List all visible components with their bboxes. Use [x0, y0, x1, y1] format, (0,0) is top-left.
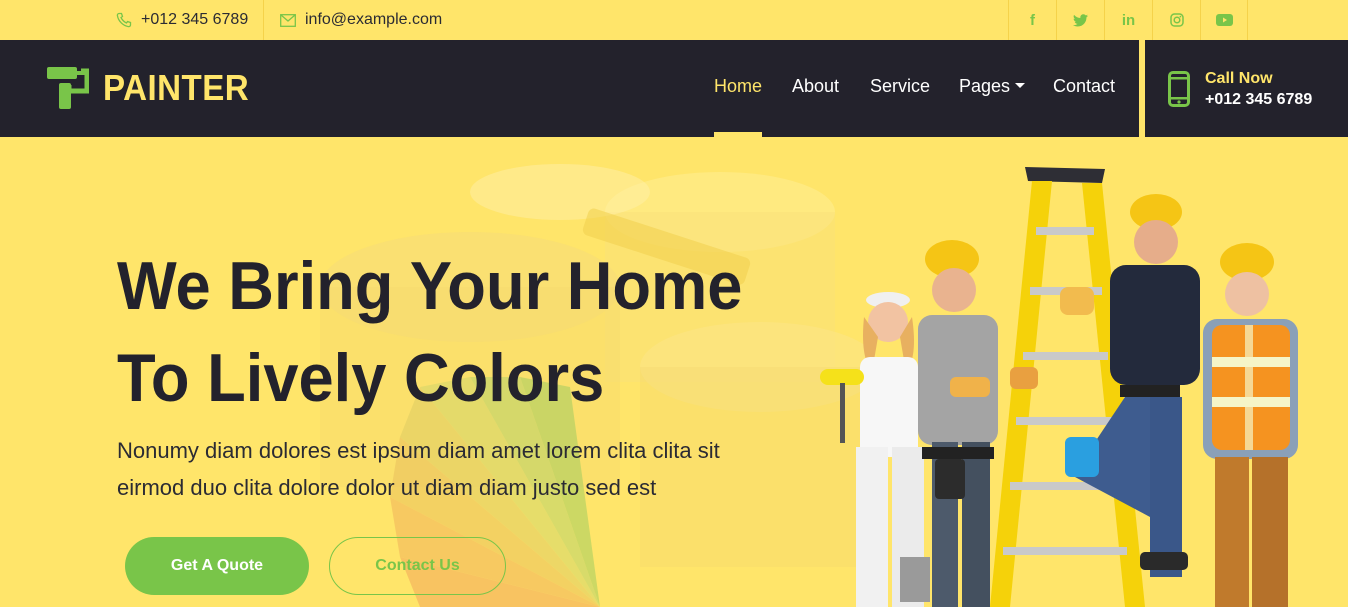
hero-title: We Bring Your Home To Lively Colors [117, 240, 787, 424]
twitter-icon[interactable] [1056, 0, 1104, 40]
nav-pages-label: Pages [959, 76, 1011, 96]
contact-us-button[interactable]: Contact Us [329, 537, 506, 595]
nav-contact[interactable]: Contact [1053, 76, 1115, 97]
facebook-icon[interactable]: f [1008, 0, 1056, 40]
nav-service[interactable]: Service [870, 76, 930, 97]
get-a-quote-button[interactable]: Get A Quote [125, 537, 309, 595]
youtube-icon[interactable] [1200, 0, 1248, 40]
call-now[interactable]: Call Now +012 345 6789 [1168, 68, 1312, 110]
topbar-divider [263, 0, 264, 40]
nav-about[interactable]: About [792, 76, 839, 97]
nav-pages-dropdown[interactable]: Pages [959, 76, 1026, 97]
hero-title-line-1: We Bring Your Home [117, 248, 743, 324]
phone-icon [116, 12, 132, 28]
topbar-email-text: info@example.com [305, 11, 443, 28]
social-links: f in [1008, 0, 1248, 40]
instagram-icon[interactable] [1152, 0, 1200, 40]
topbar-email[interactable]: info@example.com [280, 0, 442, 40]
woman-painter-figure [820, 292, 930, 607]
brand-name: PAINTER [103, 67, 250, 108]
navbar: PAINTER Home About Service Pages Contact… [0, 40, 1348, 137]
hero-description-line-1: Nonumy diam dolores est ipsum diam amet … [117, 438, 720, 463]
hero-description-line-2: eirmod duo clita dolore dolor ut diam di… [117, 475, 657, 500]
linkedin-icon[interactable]: in [1104, 0, 1152, 40]
envelope-icon [280, 13, 296, 27]
mobile-phone-icon [1168, 71, 1190, 107]
topbar-phone-text: +012 345 6789 [141, 11, 249, 28]
topbar-phone[interactable]: +012 345 6789 [116, 0, 248, 40]
call-now-number: +012 345 6789 [1205, 91, 1313, 108]
painters-team-image [820, 167, 1298, 607]
brand-logo[interactable]: PAINTER [47, 67, 262, 109]
navbar-divider [1139, 40, 1145, 137]
chevron-down-icon [1015, 82, 1026, 88]
top-bar: +012 345 6789 info@example.com f in [0, 0, 1348, 40]
hero-title-line-2: To Lively Colors [117, 340, 605, 416]
call-now-label: Call Now [1205, 70, 1273, 87]
hero-section: We Bring Your Home To Lively Colors Nonu… [0, 137, 1348, 607]
supervisor-vest-figure [1203, 243, 1298, 607]
paint-roller-icon [47, 67, 89, 109]
hero-description: Nonumy diam dolores est ipsum diam amet … [117, 432, 817, 506]
nav-home[interactable]: Home [714, 76, 762, 97]
